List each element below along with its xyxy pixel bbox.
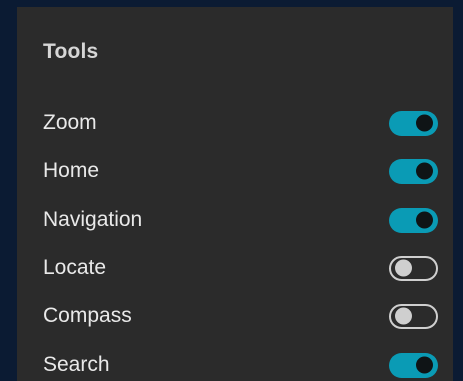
tool-label: Zoom (43, 111, 97, 134)
toggle-knob (395, 307, 412, 325)
toggle-knob (416, 114, 433, 132)
toggle-knob (416, 211, 433, 229)
tool-row-compass: Compass (43, 301, 438, 331)
toggle-knob (416, 356, 433, 374)
toggle-knob (395, 259, 412, 277)
tool-row-home: Home (43, 156, 438, 186)
tool-label: Navigation (43, 208, 143, 231)
tool-label: Compass (43, 304, 132, 327)
tool-row-locate: Locate (43, 253, 438, 283)
toggle-knob (416, 162, 433, 180)
tool-row-zoom: Zoom (43, 108, 438, 138)
tool-label: Search (43, 353, 110, 376)
tool-row-search: Search (43, 350, 438, 380)
tool-label: Locate (43, 256, 107, 279)
search-toggle[interactable] (389, 352, 438, 378)
locate-toggle[interactable] (389, 255, 438, 281)
compass-toggle[interactable] (389, 303, 438, 329)
home-toggle[interactable] (389, 158, 438, 184)
panel-title: Tools (43, 40, 99, 63)
zoom-toggle[interactable] (389, 110, 438, 136)
tool-row-navigation: Navigation (43, 205, 438, 235)
navigation-toggle[interactable] (389, 207, 438, 233)
tool-label: Home (43, 159, 100, 182)
tools-panel: Tools Zoom Home Navigation Locate Compas… (17, 7, 453, 381)
